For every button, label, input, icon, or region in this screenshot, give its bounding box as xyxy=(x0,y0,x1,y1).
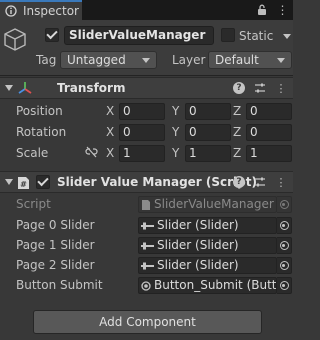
axis-x-label: X xyxy=(106,146,115,160)
script-field: SliderValueManager xyxy=(138,196,277,213)
foldout-arrow-icon[interactable] xyxy=(5,179,13,185)
button-submit-picker[interactable] xyxy=(277,277,292,294)
axis-z-label: Z xyxy=(233,104,242,118)
foldout-arrow-icon[interactable] xyxy=(5,85,13,91)
axis-x-label: X xyxy=(106,125,115,139)
page-0-slider-picker[interactable] xyxy=(277,217,292,234)
object-picker-icon xyxy=(279,200,289,209)
page-0-slider-field[interactable]: Slider (Slider) xyxy=(138,217,277,234)
script-file-icon xyxy=(142,199,150,210)
more-icon[interactable]: ⋮ xyxy=(276,3,289,16)
axis-y-label: Y xyxy=(172,125,180,139)
preset-icon[interactable] xyxy=(254,82,266,94)
scale-x-field[interactable]: 1 xyxy=(119,145,165,162)
scale-z-field[interactable]: 1 xyxy=(246,145,292,162)
info-icon xyxy=(5,5,17,17)
page-2-slider-label: Page 2 Slider xyxy=(16,258,95,272)
csharp-script-icon: # xyxy=(18,177,29,189)
script-component-title: Slider Value Manager (Script) xyxy=(57,175,257,189)
position-z-field[interactable]: 0 xyxy=(246,103,292,120)
page-1-slider-field[interactable]: Slider (Slider) xyxy=(138,237,277,254)
page-1-slider-picker[interactable] xyxy=(277,237,292,254)
script-field-value: SliderValueManager xyxy=(154,197,274,211)
axis-z-label: Z xyxy=(233,125,242,139)
button-submit-value: Button_Submit (Butto xyxy=(154,278,277,292)
page-0-slider-value: Slider (Slider) xyxy=(157,218,239,232)
preset-icon[interactable] xyxy=(254,176,266,188)
page-2-slider-field[interactable]: Slider (Slider) xyxy=(138,257,277,274)
script-field-label: Script xyxy=(16,197,51,211)
transform-header[interactable]: Transform ? ⋮ xyxy=(0,77,293,99)
static-label: Static xyxy=(239,29,274,43)
page-2-slider-picker[interactable] xyxy=(277,257,292,274)
axis-y-label: Y xyxy=(172,146,180,160)
rotation-label: Rotation xyxy=(16,125,67,139)
page-1-slider-label: Page 1 Slider xyxy=(16,238,95,252)
rotation-y-field[interactable]: 0 xyxy=(185,124,231,141)
page-1-slider-value: Slider (Slider) xyxy=(157,238,239,252)
static-toggle[interactable] xyxy=(221,28,235,42)
position-y-field[interactable]: 0 xyxy=(185,103,231,120)
page-0-slider-label: Page 0 Slider xyxy=(16,218,95,232)
button-submit-field[interactable]: Button_Submit (Butto xyxy=(138,277,277,294)
layer-label: Layer xyxy=(172,53,206,67)
object-picker-icon xyxy=(279,241,289,250)
rotation-x-field[interactable]: 0 xyxy=(119,124,165,141)
transform-title: Transform xyxy=(57,81,126,95)
slider-icon xyxy=(141,262,154,269)
static-dropdown-arrow[interactable] xyxy=(283,34,291,39)
rotation-z-field[interactable]: 0 xyxy=(246,124,292,141)
layer-dropdown[interactable]: Default xyxy=(208,51,292,69)
tab-title: Inspector xyxy=(23,4,79,18)
page-2-slider-value: Slider (Slider) xyxy=(157,258,239,272)
axis-z-label: Z xyxy=(233,146,242,160)
script-enabled-toggle[interactable] xyxy=(36,175,50,189)
object-picker-icon xyxy=(279,281,289,290)
gameobject-name-input[interactable]: SliderValueManager xyxy=(64,26,214,45)
add-component-button[interactable]: Add Component xyxy=(33,310,262,334)
svg-text:#: # xyxy=(20,180,27,189)
lock-icon[interactable] xyxy=(255,3,268,16)
tag-dropdown[interactable]: Untagged xyxy=(60,51,157,69)
object-picker-icon xyxy=(279,221,289,230)
axis-x-label: X xyxy=(106,104,115,118)
button-submit-label: Button Submit xyxy=(16,278,103,292)
position-label: Position xyxy=(16,104,63,118)
scale-label: Scale xyxy=(16,146,49,160)
more-icon[interactable]: ⋮ xyxy=(275,176,287,188)
slider-icon xyxy=(141,222,154,229)
tab-inspector[interactable]: Inspector xyxy=(0,0,82,20)
transform-icon xyxy=(18,82,32,94)
script-object-picker xyxy=(277,196,292,213)
help-icon[interactable]: ? xyxy=(233,82,245,94)
more-icon[interactable]: ⋮ xyxy=(275,82,287,94)
active-toggle[interactable] xyxy=(45,28,59,42)
tag-label: Tag xyxy=(36,53,57,67)
slider-icon xyxy=(141,242,154,249)
cube-icon xyxy=(4,28,26,51)
button-component-icon xyxy=(141,280,151,291)
tab-bar: Inspector ⋮ xyxy=(0,0,293,20)
script-component-header[interactable]: # Slider Value Manager (Script) ? ⋮ xyxy=(0,171,293,193)
help-icon[interactable]: ? xyxy=(233,176,245,188)
position-x-field[interactable]: 0 xyxy=(119,103,165,120)
link-scale-icon[interactable] xyxy=(85,146,98,158)
axis-y-label: Y xyxy=(172,104,180,118)
scale-y-field[interactable]: 1 xyxy=(185,145,231,162)
object-picker-icon xyxy=(279,261,289,270)
